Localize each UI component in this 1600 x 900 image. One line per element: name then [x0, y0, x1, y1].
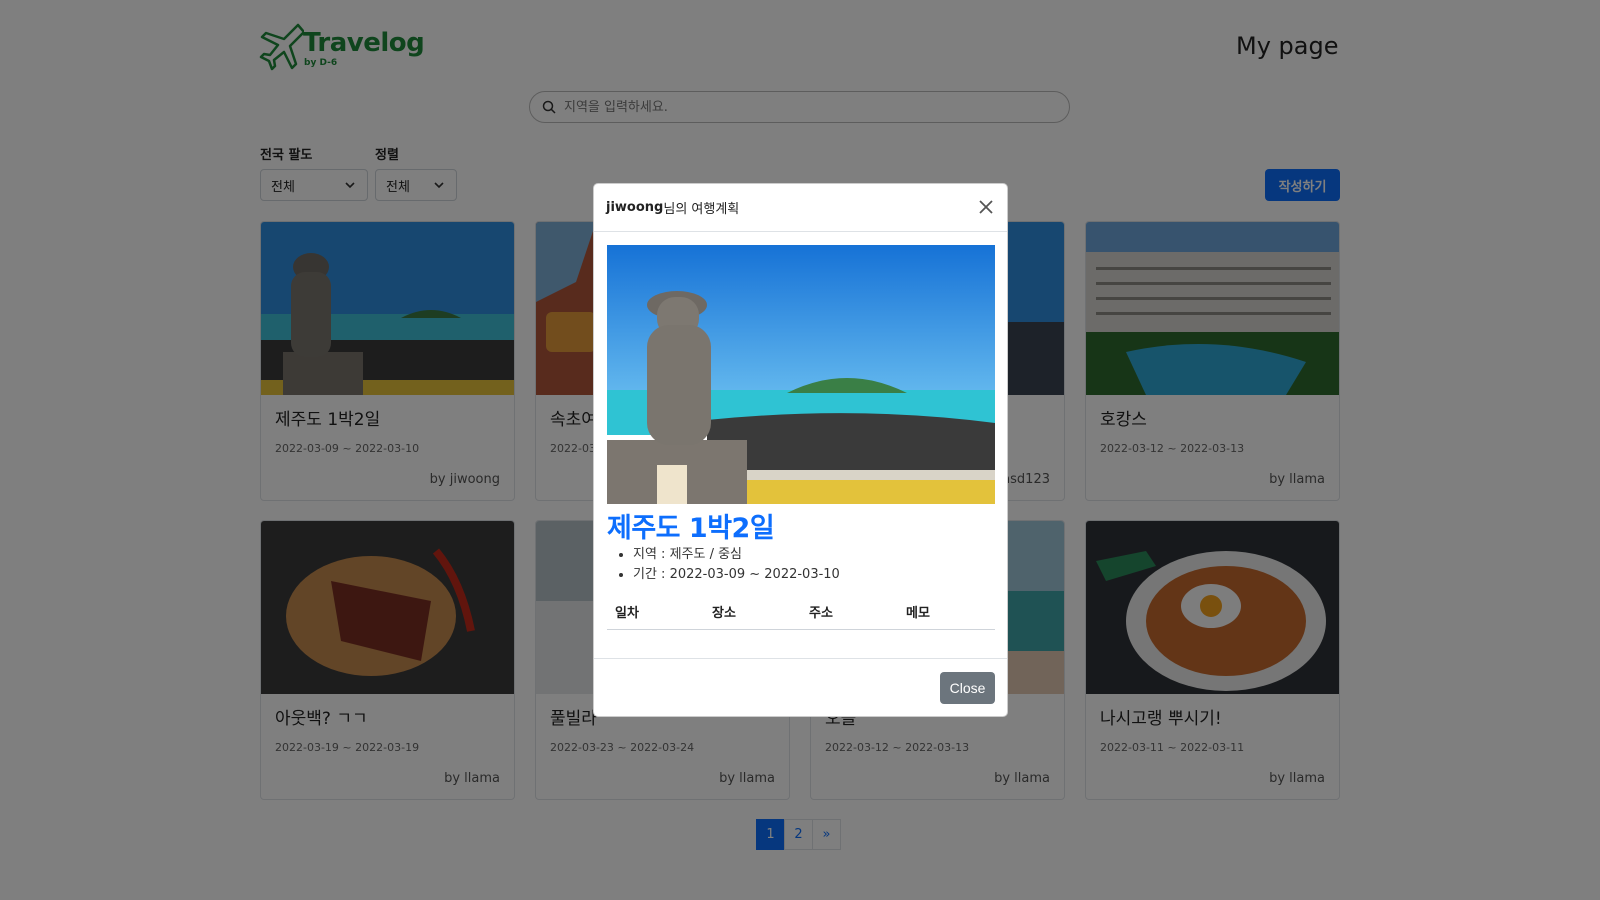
col-day: 일차: [615, 606, 639, 621]
modal-header-suffix: 님의 여행계획: [663, 202, 740, 217]
trip-plan-modal: jiwoong 님의 여행계획 제주도 1박2일 • 지역: 제주도 / 중심…: [593, 183, 1008, 717]
modal-user-name: jiwoong: [606, 200, 664, 215]
modal-trip-info: 지역 : 제주도 / 중심 기간 : 2022-03-09 ~ 2022-03-…: [633, 545, 840, 585]
modal-period-info: 기간 : 2022-03-09 ~ 2022-03-10: [633, 565, 840, 585]
schedule-table-header: 일차 장소 주소 메모: [607, 602, 995, 630]
modal-region-info: 지역 : 제주도 / 중심: [633, 545, 840, 565]
page: Travelog by D-6 My page 전국 팔도 정렬 전체 전체 작…: [0, 0, 1600, 900]
col-memo: 메모: [906, 606, 930, 621]
modal-trip-image: [607, 245, 995, 504]
close-button[interactable]: Close: [940, 672, 995, 704]
modal-footer: Close: [594, 658, 1007, 718]
col-address: 주소: [809, 606, 833, 621]
modal-header: jiwoong 님의 여행계획: [594, 184, 1007, 232]
close-icon[interactable]: [977, 198, 995, 216]
col-place: 장소: [712, 606, 736, 621]
modal-trip-title: 제주도 1박2일: [607, 513, 775, 544]
